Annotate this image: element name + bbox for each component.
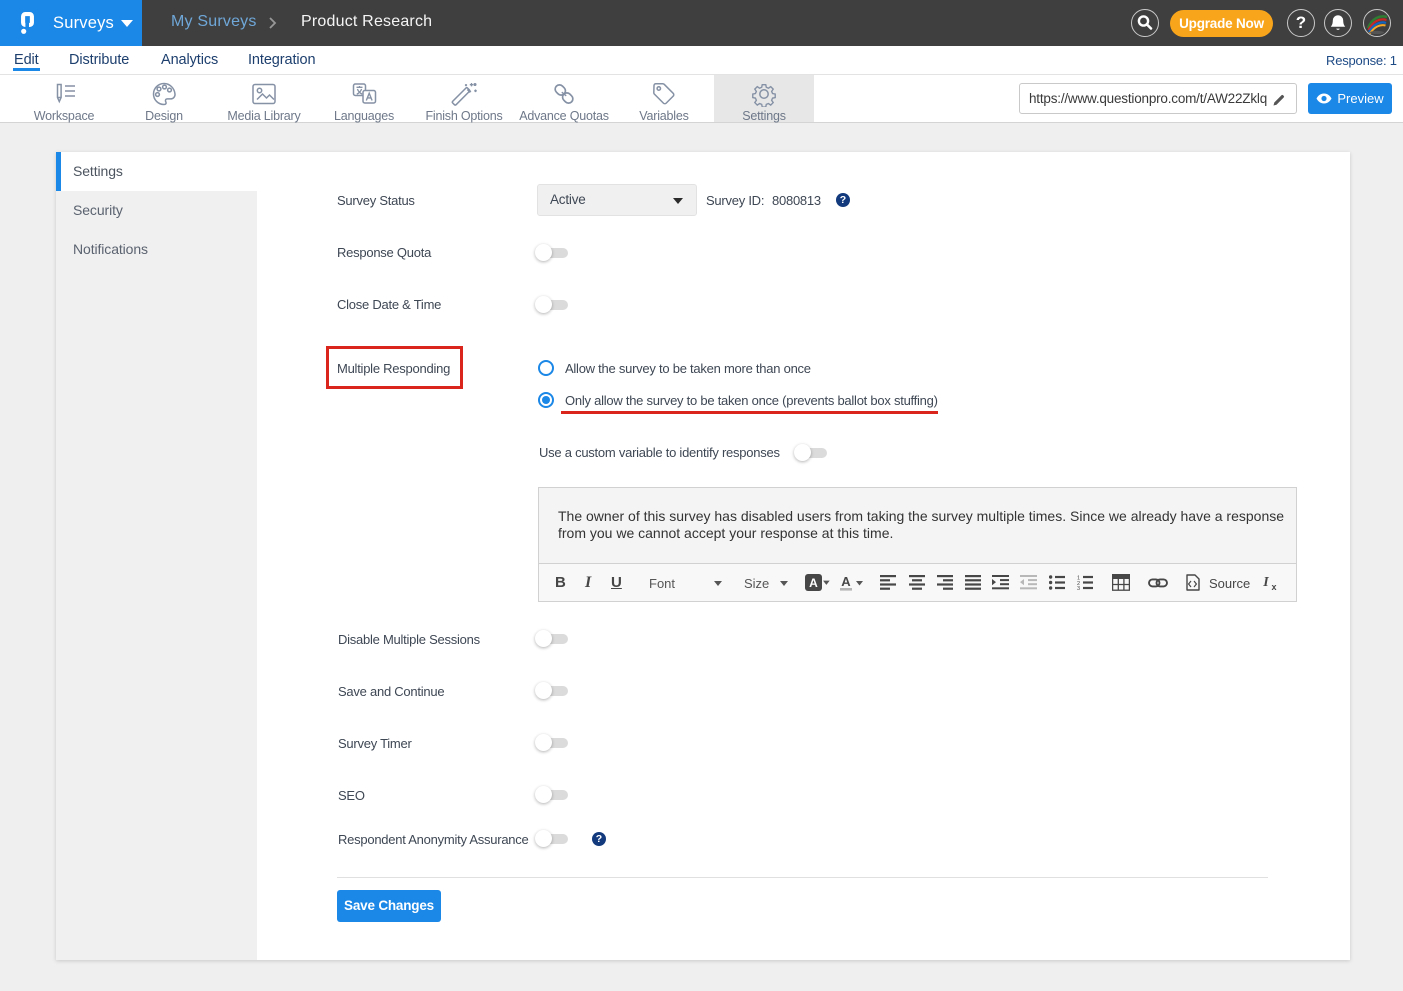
- svg-text:A: A: [841, 574, 851, 589]
- svg-text:3: 3: [1077, 586, 1080, 590]
- svg-text:x: x: [1271, 582, 1276, 591]
- svg-text:A: A: [809, 576, 818, 590]
- svg-text:I: I: [1262, 575, 1269, 590]
